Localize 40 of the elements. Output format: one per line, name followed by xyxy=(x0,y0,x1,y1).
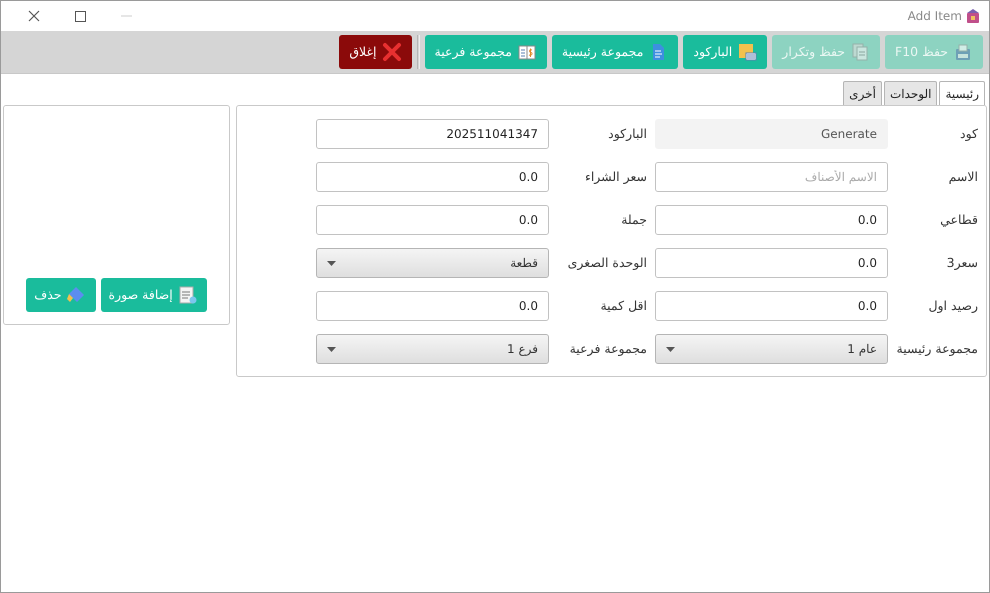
input-field[interactable]: 0.0 xyxy=(655,248,888,278)
field-label: قطاعي xyxy=(939,210,979,229)
input-field[interactable]: 0.0 xyxy=(655,205,888,235)
dropdown[interactable]: قطعة xyxy=(316,248,549,278)
input-field[interactable]: 0.0 xyxy=(316,162,549,192)
documents-icon xyxy=(850,42,870,62)
maximize-icon xyxy=(74,10,86,22)
field-label: كود xyxy=(959,124,979,143)
save-icon xyxy=(953,42,973,62)
tab[interactable]: أخرى xyxy=(843,81,882,105)
tab[interactable]: رئيسية xyxy=(939,81,985,105)
field-label: سعر الشراء xyxy=(584,168,648,186)
dropdown-arrow-icon xyxy=(327,346,336,352)
input-field[interactable]: 0.0 xyxy=(655,291,888,321)
close-icon xyxy=(28,10,40,22)
dropdown[interactable]: فرع 1 xyxy=(316,334,549,364)
dropdown-arrow-icon xyxy=(666,346,675,352)
dropdown-arrow-icon xyxy=(327,260,336,266)
field-label: مجموعة رئيسية xyxy=(896,340,979,358)
minimize-icon xyxy=(120,15,132,17)
field-label: رصيد اول xyxy=(927,296,979,315)
barcode-box-icon xyxy=(737,42,758,62)
field-label: جملة xyxy=(620,210,648,229)
field-label: مجموعة فرعية xyxy=(568,340,648,358)
input-field[interactable]: 0.0 xyxy=(316,291,549,321)
field-label: الباركود xyxy=(607,124,648,143)
app-icon xyxy=(965,8,981,24)
tab[interactable]: الوحدات xyxy=(884,81,938,105)
field-label: الاسم xyxy=(948,168,979,186)
input-field[interactable]: 202511041347 xyxy=(316,119,549,149)
window-title: Add Item xyxy=(908,8,962,25)
field-label: اقل كمية xyxy=(599,296,648,315)
input-field[interactable]: Generate xyxy=(655,119,888,149)
image-document-icon xyxy=(176,285,199,305)
field-label: سعر3 xyxy=(946,254,979,272)
input-field[interactable]: 0.0 xyxy=(316,205,549,235)
field-label: الوحدة الصغرى xyxy=(566,254,648,272)
toolbar-button[interactable]: إغلاق xyxy=(339,35,412,69)
dropdown[interactable]: عام 1 xyxy=(655,334,888,364)
cross-icon xyxy=(382,42,402,62)
